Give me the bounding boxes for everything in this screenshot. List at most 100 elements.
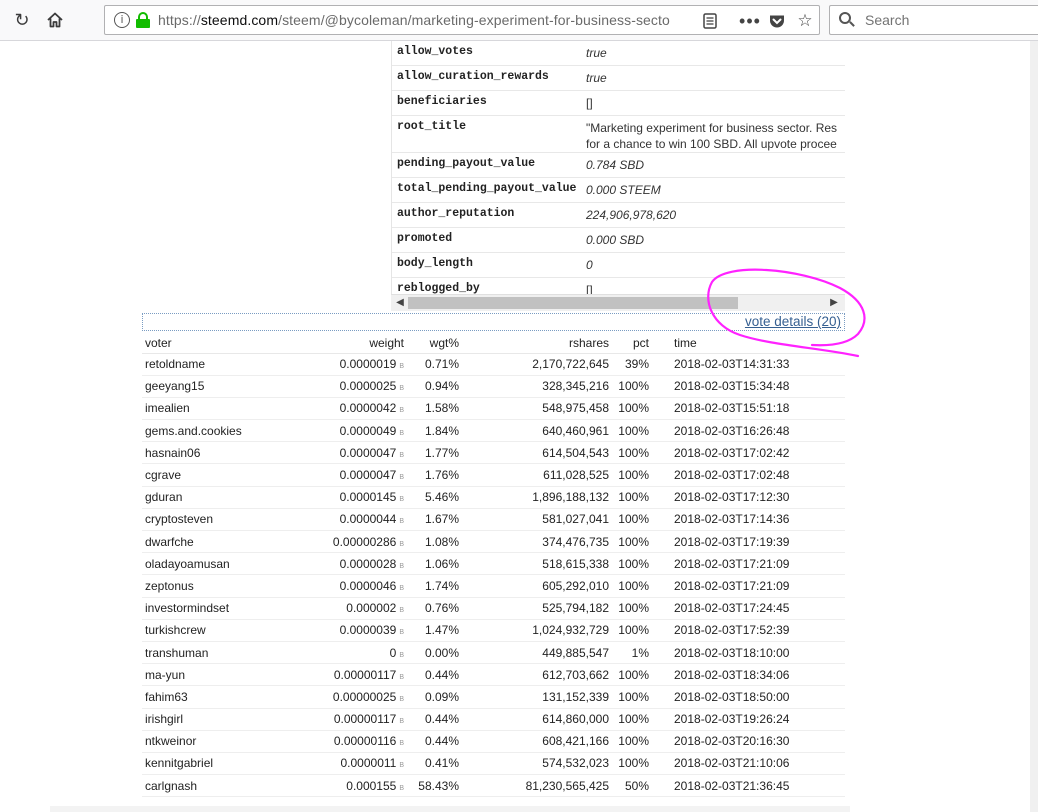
vertical-scrollbar[interactable] [1030,41,1038,812]
voter-cell-text[interactable]: irishgirl [145,712,183,726]
page-actions-icon[interactable]: ••• [739,11,761,31]
time-cell: 2018-02-03T15:51:18 [652,397,845,421]
voter-cell[interactable]: fahim63 [142,685,287,709]
voter-cell[interactable]: imealien [142,397,287,421]
wgt-cell-text: 58.43% [418,778,459,793]
scrollbar-thumb[interactable] [408,297,738,309]
voter-cell[interactable]: investormindset [142,597,287,620]
time-cell-text: 2018-02-03T16:26:48 [674,423,790,438]
voter-cell[interactable]: ntkweinor [142,730,287,753]
voter-cell-text[interactable]: imealien [145,401,190,415]
voter-cell-text[interactable]: cryptosteven [145,512,213,526]
home-icon[interactable] [42,8,68,32]
time-cell: 2018-02-03T21:10:06 [652,752,845,776]
voter-cell[interactable]: gems.and.cookies [142,419,287,443]
voter-cell[interactable]: kennitgabriel [142,752,287,776]
scroll-right-icon[interactable]: ▶ [827,296,841,310]
property-key: body_length [397,257,473,270]
voter-cell-text[interactable]: dwarfche [145,535,194,549]
pocket-icon[interactable] [767,11,787,31]
pct-cell: 100% [612,508,652,532]
search-bar[interactable]: Search [829,5,1038,35]
voter-cell[interactable]: oladayoamusan [142,552,287,576]
voter-cell-text[interactable]: oladayoamusan [145,557,230,571]
voter-cell[interactable]: turkishcrew [142,619,287,642]
reload-icon[interactable]: ↻ [9,8,35,32]
reader-view-icon[interactable] [701,11,719,31]
wgt-cell-text: 5.46% [424,490,459,505]
weight-unit: B [399,651,404,659]
url-bar[interactable]: i https://steemd.com/steem/@bycoleman/ma… [104,5,820,35]
column-header-voter[interactable]: voter [142,333,287,354]
info-icon[interactable]: i [114,12,130,28]
column-header-rshares[interactable]: rshares [462,333,612,354]
property-key: beneficiaries [397,95,487,108]
voter-cell-text[interactable]: hasnain06 [145,446,200,460]
voter-cell[interactable]: cryptosteven [142,508,287,532]
voter-cell[interactable]: retoldname [142,353,287,376]
time-cell-text: 2018-02-03T17:12:30 [674,490,790,505]
voter-cell-text[interactable]: zeptonus [145,579,194,593]
rshares-cell-text: 640,460,961 [542,423,609,438]
table-row: retoldname 0.0000019 B 0.71% 2,170,722,645 39… [142,353,845,376]
voter-cell-text[interactable]: turkishcrew [145,623,206,637]
wgt-cell-text: 1.47% [424,623,459,638]
search-input[interactable]: Search [865,12,909,28]
voter-cell[interactable]: geeyang15 [142,375,287,398]
weight-cell-text: 0.000002 [346,601,397,616]
weight-cell-text: 0.0000042 [339,401,397,416]
rshares-cell: 2,170,722,645 [462,353,612,376]
rshares-cell-text: 1,024,932,729 [532,623,609,638]
search-icon [839,12,855,28]
lock-icon[interactable] [136,12,150,28]
voter-cell-text[interactable]: carlgnash [145,779,197,793]
wgt-cell-text: 1.84% [424,423,459,438]
pct-cell-text: 100% [618,712,649,727]
table-row: kennitgabriel 0.0000011 B 0.41% 574,532,023 1… [142,752,845,776]
voter-cell-text[interactable]: gems.and.cookies [145,424,242,438]
rshares-cell: 614,860,000 [462,708,612,731]
voter-cell[interactable]: irishgirl [142,708,287,731]
voter-cell[interactable]: gduran [142,486,287,509]
voter-cell[interactable]: zeptonus [142,574,287,598]
time-cell: 2018-02-03T17:19:39 [652,530,845,554]
voter-cell[interactable]: cgrave [142,463,287,487]
bookmark-star-icon[interactable]: ☆ [795,11,815,31]
voter-cell-text[interactable]: ma-yun [145,668,185,682]
voter-cell-text[interactable]: fahim63 [145,690,188,704]
vote-details-link[interactable]: vote details (20) [745,314,841,329]
voter-cell-text[interactable]: retoldname [145,357,205,371]
voter-cell[interactable]: carlgnash [142,774,287,798]
pct-cell: 1% [612,641,652,665]
time-cell-text: 2018-02-03T17:02:42 [674,445,790,460]
column-header-weight[interactable]: weight [287,333,407,354]
voter-cell[interactable]: dwarfche [142,530,287,554]
weight-cell-text: 0.0000049 [339,423,397,438]
voter-cell-text[interactable]: ntkweinor [145,734,196,748]
rshares-cell-text: 608,421,166 [542,734,609,749]
voter-cell-text[interactable]: investormindset [145,601,229,615]
property-key: reblogged_by [397,282,480,294]
table-row: dwarfche 0.00000286 B 1.08% 374,476,735 100% 2… [142,530,845,554]
weight-cell-text: 0.0000047 [339,468,397,483]
voter-cell-text[interactable]: cgrave [145,468,181,482]
column-header-pct[interactable]: pct [612,333,652,354]
scroll-left-icon[interactable]: ◀ [393,296,407,310]
voter-cell-text[interactable]: transhuman [145,646,208,660]
voter-cell[interactable]: transhuman [142,641,287,665]
voter-cell-text[interactable]: kennitgabriel [145,756,213,770]
horizontal-scrollbar[interactable]: ◀ ▶ [391,294,845,311]
url-text[interactable]: https://steemd.com/steem/@bycoleman/mark… [158,12,678,28]
voter-cell[interactable]: hasnain06 [142,441,287,465]
time-cell-text: 2018-02-03T15:51:18 [674,401,790,416]
voter-cell-text[interactable]: gduran [145,490,182,504]
time-cell-text: 2018-02-03T21:36:45 [674,778,790,793]
weight-cell-text: 0.00000025 [332,689,397,704]
voter-cell-text[interactable]: geeyang15 [145,379,204,393]
column-header-time[interactable]: time [652,333,845,354]
property-row: allow_votes true [392,41,845,66]
column-header-wgt[interactable]: wgt% [407,333,462,354]
property-value: true [586,71,607,85]
weight-cell: 0.0000044 B [287,508,407,532]
voter-cell[interactable]: ma-yun [142,663,287,687]
